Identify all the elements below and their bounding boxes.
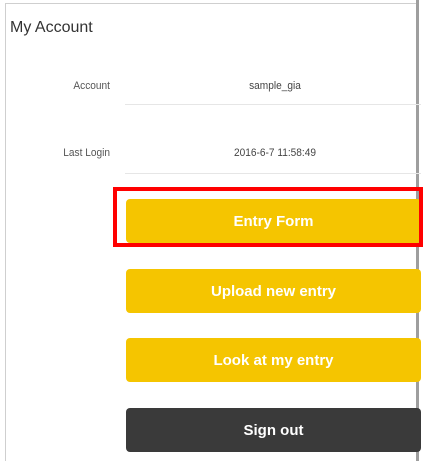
- upload-new-entry-button[interactable]: Upload new entry: [126, 269, 421, 313]
- account-value: sample_gia: [249, 80, 301, 92]
- last-login-value: 2016-6-7 11:58:49: [234, 147, 316, 159]
- look-at-my-entry-button[interactable]: Look at my entry: [126, 338, 421, 382]
- sign-out-button[interactable]: Sign out: [126, 408, 421, 452]
- panel-top-border: [5, 3, 416, 4]
- panel-left-border: [5, 4, 6, 461]
- row-divider: [125, 104, 421, 105]
- last-login-label: Last Login: [63, 147, 110, 159]
- page-title: My Account: [10, 19, 93, 36]
- highlight-annotation: [113, 187, 423, 247]
- row-divider: [125, 173, 421, 174]
- account-label: Account: [73, 80, 110, 92]
